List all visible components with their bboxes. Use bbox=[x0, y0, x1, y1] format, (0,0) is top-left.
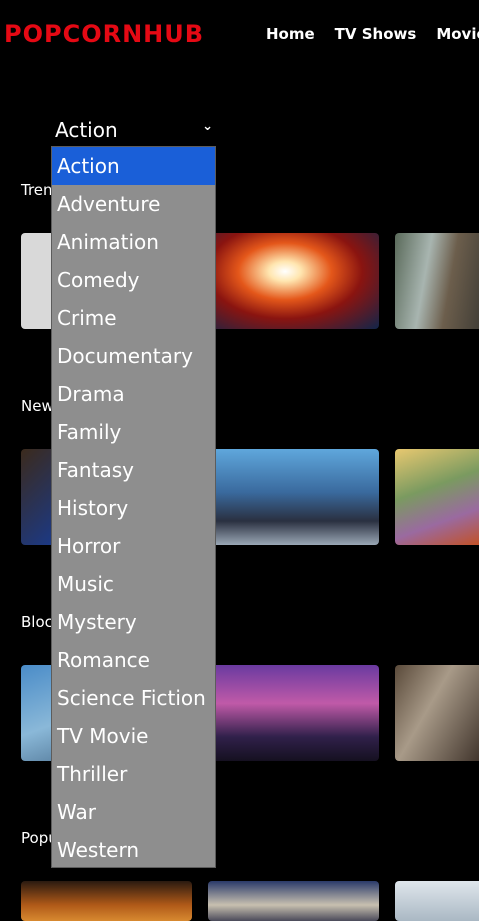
movie-thumbnail[interactable] bbox=[208, 449, 379, 545]
movie-thumbnail[interactable] bbox=[208, 881, 379, 921]
genre-option[interactable]: TV Movie bbox=[52, 717, 215, 755]
nav-movies[interactable]: Movies bbox=[436, 25, 479, 43]
main-nav: Home TV Shows Movies bbox=[266, 25, 479, 43]
movie-thumbnail[interactable] bbox=[395, 233, 479, 329]
genre-option[interactable]: Mystery bbox=[52, 603, 215, 641]
genre-option[interactable]: Crime bbox=[52, 299, 215, 337]
movie-thumbnail[interactable] bbox=[21, 881, 192, 921]
genre-option[interactable]: Thriller bbox=[52, 755, 215, 793]
movie-thumbnail[interactable] bbox=[395, 449, 479, 545]
genre-option[interactable]: Documentary bbox=[52, 337, 215, 375]
genre-option[interactable]: War bbox=[52, 793, 215, 831]
genre-option[interactable]: Music bbox=[52, 565, 215, 603]
genre-select[interactable]: Action ⌄ bbox=[52, 116, 217, 144]
section-title-new: New bbox=[21, 397, 54, 415]
genre-option[interactable]: Animation bbox=[52, 223, 215, 261]
genre-option[interactable]: Fantasy bbox=[52, 451, 215, 489]
section-title-blockbuster: Bloc bbox=[21, 613, 53, 631]
genre-option[interactable]: History bbox=[52, 489, 215, 527]
movie-thumbnail[interactable] bbox=[395, 881, 479, 921]
genre-option[interactable]: Action bbox=[52, 147, 215, 185]
genre-option[interactable]: Western bbox=[52, 831, 215, 869]
genre-select-value: Action bbox=[55, 118, 118, 142]
genre-dropdown-list: Action Adventure Animation Comedy Crime Docum… bbox=[51, 146, 216, 868]
movie-thumbnail[interactable] bbox=[208, 665, 379, 761]
genre-option[interactable]: Romance bbox=[52, 641, 215, 679]
movie-thumbnail[interactable] bbox=[395, 665, 479, 761]
section-title-trending: Tren bbox=[21, 181, 53, 199]
genre-option[interactable]: Adventure bbox=[52, 185, 215, 223]
site-logo[interactable]: POPCORNHUB bbox=[4, 20, 204, 48]
nav-home[interactable]: Home bbox=[266, 25, 315, 43]
genre-option[interactable]: Comedy bbox=[52, 261, 215, 299]
genre-option[interactable]: Family bbox=[52, 413, 215, 451]
genre-option[interactable]: Drama bbox=[52, 375, 215, 413]
genre-option[interactable]: Horror bbox=[52, 527, 215, 565]
chevron-down-icon: ⌄ bbox=[202, 119, 213, 134]
genre-option[interactable]: Science Fiction bbox=[52, 679, 215, 717]
movie-thumbnail[interactable] bbox=[208, 233, 379, 329]
nav-tv-shows[interactable]: TV Shows bbox=[335, 25, 417, 43]
